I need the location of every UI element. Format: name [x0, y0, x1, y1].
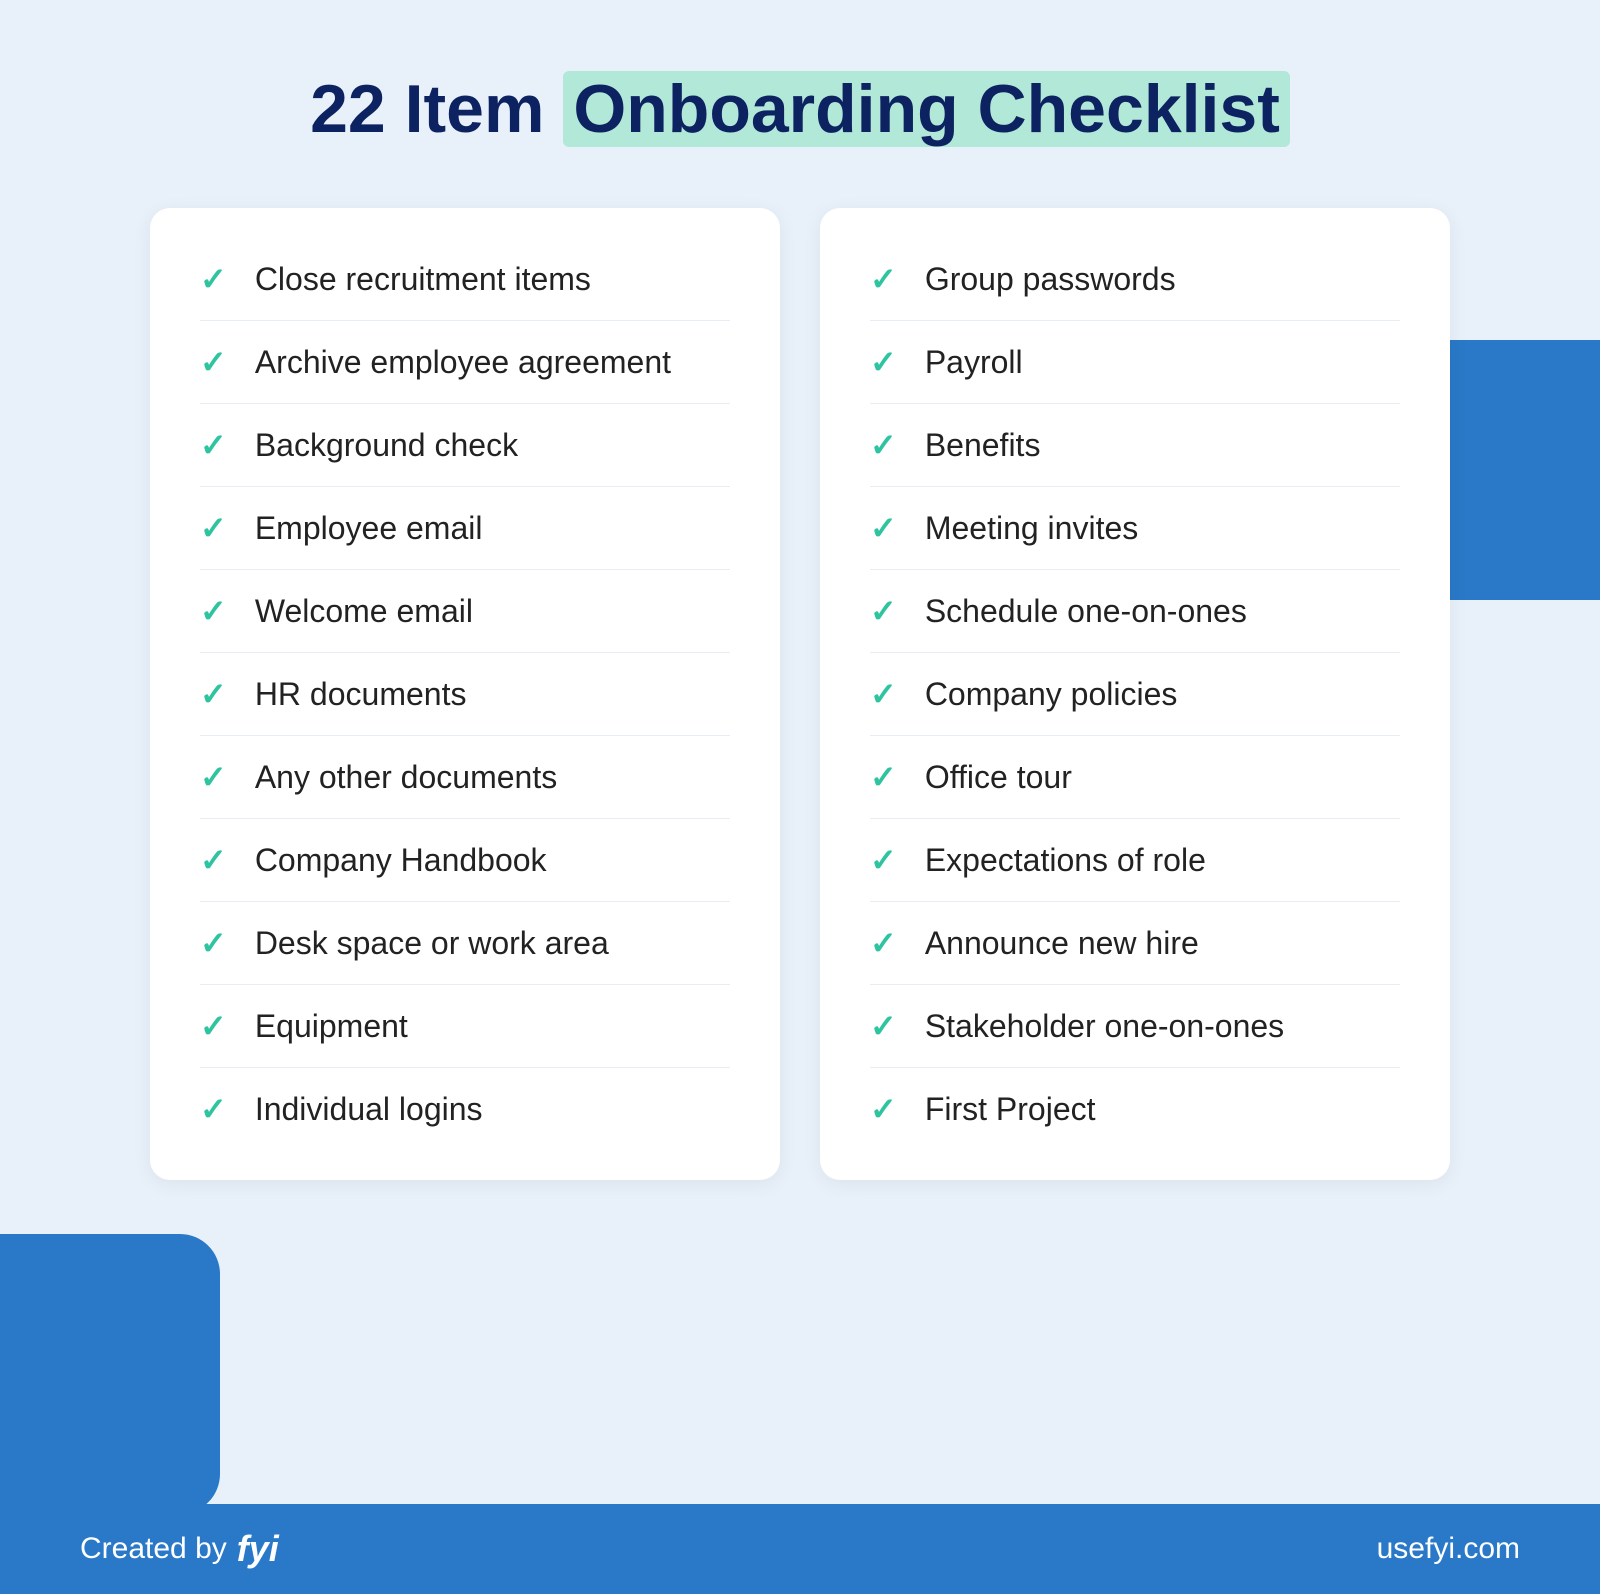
check-icon: ✓ — [870, 758, 897, 796]
list-item: ✓ Schedule one-on-ones — [870, 570, 1400, 653]
page-title: 22 Item Onboarding Checklist — [310, 70, 1290, 148]
list-item: ✓ HR documents — [200, 653, 730, 736]
list-item: ✓ Office tour — [870, 736, 1400, 819]
check-icon: ✓ — [870, 924, 897, 962]
item-label: Group passwords — [925, 261, 1176, 298]
item-label: Announce new hire — [925, 925, 1199, 962]
check-icon: ✓ — [200, 426, 227, 464]
item-label: Office tour — [925, 759, 1072, 796]
right-checklist-card: ✓ Group passwords ✓ Payroll ✓ Benefits ✓ Meetin… — [820, 208, 1450, 1180]
list-item: ✓ Stakeholder one-on-ones — [870, 985, 1400, 1068]
checklist-grid: ✓ Close recruitment items ✓ Archive employe… — [150, 208, 1450, 1180]
list-item: ✓ First Project — [870, 1068, 1400, 1150]
check-icon: ✓ — [870, 841, 897, 879]
item-label: Company Handbook — [255, 842, 547, 879]
item-label: Meeting invites — [925, 510, 1138, 547]
list-item: ✓ Expectations of role — [870, 819, 1400, 902]
item-label: Expectations of role — [925, 842, 1206, 879]
list-item: ✓ Desk space or work area — [200, 902, 730, 985]
item-label: Employee email — [255, 510, 483, 547]
item-label: Equipment — [255, 1008, 408, 1045]
decorative-shape-left — [0, 1234, 220, 1514]
list-item: ✓ Close recruitment items — [200, 238, 730, 321]
list-item: ✓ Individual logins — [200, 1068, 730, 1150]
list-item: ✓ Archive employee agreement — [200, 321, 730, 404]
check-icon: ✓ — [870, 592, 897, 630]
item-label: Close recruitment items — [255, 261, 591, 298]
check-icon: ✓ — [870, 1007, 897, 1045]
check-icon: ✓ — [870, 260, 897, 298]
check-icon: ✓ — [200, 509, 227, 547]
list-item: ✓ Background check — [200, 404, 730, 487]
check-icon: ✓ — [200, 924, 227, 962]
item-label: Payroll — [925, 344, 1023, 381]
footer-created-by: Created by — [80, 1532, 227, 1566]
item-label: Benefits — [925, 427, 1041, 464]
check-icon: ✓ — [200, 343, 227, 381]
list-item: ✓ Group passwords — [870, 238, 1400, 321]
footer-brand: fyi — [237, 1528, 279, 1570]
main-content: 22 Item Onboarding Checklist ✓ Close recr… — [0, 0, 1600, 1180]
check-icon: ✓ — [200, 260, 227, 298]
list-item: ✓ Payroll — [870, 321, 1400, 404]
list-item: ✓ Announce new hire — [870, 902, 1400, 985]
list-item: ✓ Company policies — [870, 653, 1400, 736]
item-label: First Project — [925, 1091, 1096, 1128]
footer-website: usefyi.com — [1377, 1532, 1520, 1566]
item-label: Company policies — [925, 676, 1178, 713]
list-item: ✓ Any other documents — [200, 736, 730, 819]
left-checklist-card: ✓ Close recruitment items ✓ Archive employe… — [150, 208, 780, 1180]
check-icon: ✓ — [200, 1007, 227, 1045]
check-icon: ✓ — [200, 758, 227, 796]
check-icon: ✓ — [870, 1090, 897, 1128]
check-icon: ✓ — [870, 426, 897, 464]
item-label: Stakeholder one-on-ones — [925, 1008, 1284, 1045]
item-label: Schedule one-on-ones — [925, 593, 1247, 630]
title-prefix: 22 Item — [310, 71, 563, 147]
check-icon: ✓ — [200, 592, 227, 630]
item-label: HR documents — [255, 676, 467, 713]
item-label: Any other documents — [255, 759, 557, 796]
footer: Created by fyi usefyi.com — [0, 1504, 1600, 1594]
check-icon: ✓ — [870, 343, 897, 381]
list-item: ✓ Benefits — [870, 404, 1400, 487]
check-icon: ✓ — [200, 675, 227, 713]
item-label: Desk space or work area — [255, 925, 609, 962]
item-label: Archive employee agreement — [255, 344, 671, 381]
footer-left: Created by fyi — [80, 1528, 279, 1570]
list-item: ✓ Employee email — [200, 487, 730, 570]
title-area: 22 Item Onboarding Checklist — [310, 70, 1290, 148]
list-item: ✓ Meeting invites — [870, 487, 1400, 570]
list-item: ✓ Company Handbook — [200, 819, 730, 902]
check-icon: ✓ — [200, 841, 227, 879]
item-label: Background check — [255, 427, 518, 464]
item-label: Welcome email — [255, 593, 473, 630]
check-icon: ✓ — [870, 509, 897, 547]
check-icon: ✓ — [200, 1090, 227, 1128]
list-item: ✓ Equipment — [200, 985, 730, 1068]
list-item: ✓ Welcome email — [200, 570, 730, 653]
title-highlight: Onboarding Checklist — [563, 71, 1290, 147]
check-icon: ✓ — [870, 675, 897, 713]
item-label: Individual logins — [255, 1091, 483, 1128]
